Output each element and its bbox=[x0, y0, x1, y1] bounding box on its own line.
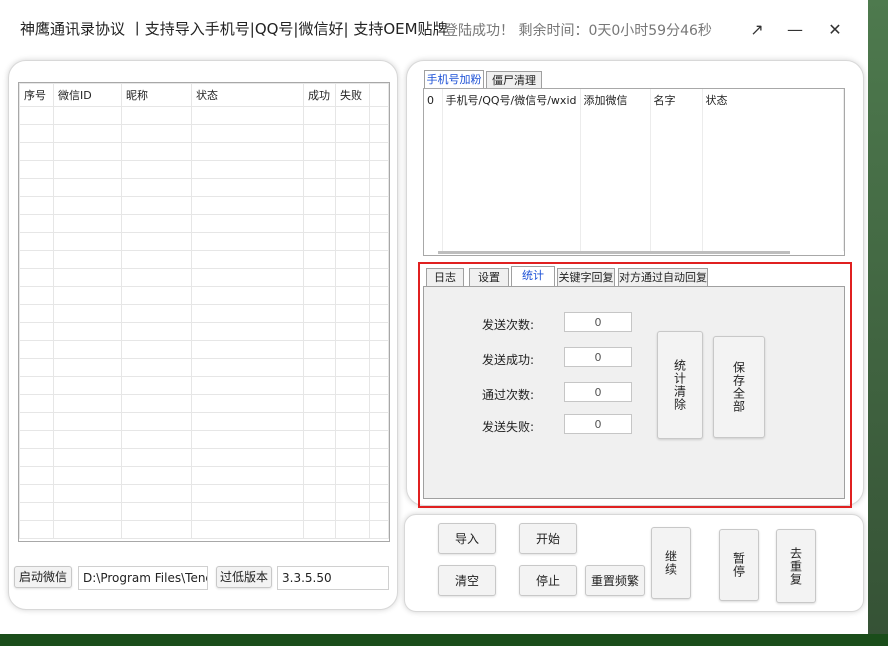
table-row[interactable] bbox=[19, 106, 389, 125]
table-row[interactable] bbox=[19, 520, 389, 539]
minimize-button[interactable]: — bbox=[782, 18, 808, 42]
table-row[interactable] bbox=[19, 214, 389, 233]
pause-label: 暂停 bbox=[731, 552, 746, 578]
col-success: 成功 bbox=[303, 83, 336, 107]
pause-button[interactable]: 暂停 bbox=[719, 529, 759, 601]
col-wechat-id: 微信ID bbox=[53, 83, 122, 107]
tab-zombie-cleanup[interactable]: 僵尸清理 bbox=[486, 71, 542, 89]
col-add-wechat: 添加微信 bbox=[580, 89, 651, 111]
col-fail: 失败 bbox=[335, 83, 370, 107]
resume-button[interactable]: 继续 bbox=[651, 527, 691, 599]
clear-button[interactable]: 清空 bbox=[438, 565, 496, 596]
table-row[interactable] bbox=[19, 430, 389, 449]
table-row[interactable] bbox=[19, 358, 389, 377]
account-table[interactable]: 序号 微信ID 昵称 状态 成功 失败 bbox=[18, 82, 390, 542]
col-contact: 手机号/QQ号/微信号/wxid bbox=[442, 89, 581, 111]
table-row[interactable] bbox=[19, 412, 389, 431]
dedupe-label: 去重复 bbox=[788, 546, 803, 586]
table-row[interactable] bbox=[19, 160, 389, 179]
resume-label: 继续 bbox=[663, 550, 678, 576]
version-field[interactable]: 3.3.5.50 bbox=[277, 566, 389, 590]
horizontal-scrollbar[interactable] bbox=[438, 251, 790, 254]
table-row[interactable] bbox=[19, 232, 389, 251]
reset-frequent-button[interactable]: 重置频繁 bbox=[585, 565, 645, 596]
col-status: 状态 bbox=[702, 89, 844, 111]
login-status: 登陆成功！ 剩余时间：0天0小时59分46秒 bbox=[444, 23, 712, 39]
list-header-row: 0 手机号/QQ号/微信号/wxid 添加微信 名字 状态 bbox=[424, 89, 844, 111]
col-status: 状态 bbox=[191, 83, 304, 107]
tab-add-by-phone[interactable]: 手机号加粉 bbox=[424, 70, 484, 89]
stop-button[interactable]: 停止 bbox=[519, 565, 577, 596]
table-row[interactable] bbox=[19, 376, 389, 395]
table-row[interactable] bbox=[19, 340, 389, 359]
table-row[interactable] bbox=[19, 484, 389, 503]
col-nickname: 昵称 bbox=[121, 83, 192, 107]
start-button[interactable]: 开始 bbox=[519, 523, 577, 554]
table-row[interactable] bbox=[19, 286, 389, 305]
table-row[interactable] bbox=[19, 268, 389, 287]
import-button[interactable]: 导入 bbox=[438, 523, 496, 554]
dedupe-button[interactable]: 去重复 bbox=[776, 529, 816, 603]
table-row[interactable] bbox=[19, 250, 389, 269]
window-title: 神鹰通讯录协议 丨支持导入手机号|QQ号|微信好| 支持OEM贴牌 bbox=[20, 20, 448, 38]
table-row[interactable] bbox=[19, 466, 389, 485]
wechat-path-field[interactable]: D:\Program Files\Tencent bbox=[78, 566, 208, 590]
table-row[interactable] bbox=[19, 322, 389, 341]
desktop-background bbox=[868, 0, 888, 634]
col-index: 序号 bbox=[19, 83, 54, 107]
table-row[interactable] bbox=[19, 502, 389, 521]
col-zero: 0 bbox=[424, 89, 443, 111]
highlight-box bbox=[418, 262, 852, 508]
table-row[interactable] bbox=[19, 124, 389, 143]
table-row[interactable] bbox=[19, 196, 389, 215]
low-version-button[interactable]: 过低版本 bbox=[216, 566, 272, 588]
table-row[interactable] bbox=[19, 142, 389, 161]
start-wechat-button[interactable]: 启动微信 bbox=[14, 566, 72, 588]
table-row[interactable] bbox=[19, 448, 389, 467]
table-row[interactable] bbox=[19, 178, 389, 197]
col-spacer bbox=[369, 83, 389, 107]
table-row[interactable] bbox=[19, 304, 389, 323]
table-header-row: 序号 微信ID 昵称 状态 成功 失败 bbox=[19, 83, 389, 107]
expand-icon[interactable]: ↗ bbox=[744, 18, 770, 42]
desktop-background-bottom bbox=[0, 634, 888, 646]
col-name: 名字 bbox=[650, 89, 703, 111]
table-row[interactable] bbox=[19, 394, 389, 413]
close-button[interactable]: ✕ bbox=[822, 18, 848, 42]
contact-list[interactable]: 0 手机号/QQ号/微信号/wxid 添加微信 名字 状态 bbox=[423, 88, 845, 256]
